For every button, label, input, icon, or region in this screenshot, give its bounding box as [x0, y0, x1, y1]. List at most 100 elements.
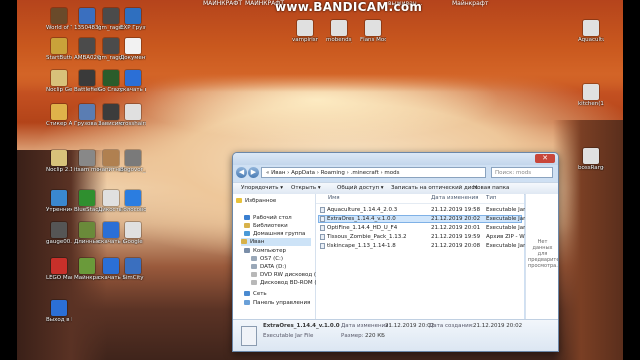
desktop-icon-4[interactable]: EXP Грузчик Ex!!Игроки: [120, 8, 146, 31]
details-pane: ExtraOres_1.14.4_v.1.0.0 Executable Jar …: [233, 319, 558, 351]
desktop-icon-32[interactable]: SimCity: [120, 258, 146, 281]
desktop-icon-label: Aquaculture...: [578, 37, 604, 43]
file-row[interactable]: Aquaculture_1.14.4_2.0.3 21.12.2019 19:58…: [318, 206, 536, 214]
desktop-icon-label: скачать видеоКли...: [120, 87, 146, 93]
new-folder-button[interactable]: Новая папка: [473, 183, 509, 194]
nav-libraries[interactable]: Библиотеки: [244, 222, 288, 230]
desktop-icon-label: World of Tanks RU: [46, 25, 72, 31]
desktop-mid-icon-3[interactable]: Flans Mod...: [360, 20, 386, 43]
nav-network[interactable]: Сеть: [244, 290, 267, 298]
back-icon[interactable]: ◀: [236, 167, 247, 178]
preview-message: Нет данных для предварительного просмотр…: [528, 239, 559, 269]
file-date: 21.12.2019 20:01: [431, 225, 481, 231]
desktop-icon-2[interactable]: 1350483003...: [74, 8, 100, 31]
close-window-button[interactable]: ✕: [535, 154, 555, 163]
app-icon: [103, 258, 119, 274]
jar-file-icon: [241, 326, 257, 346]
drive-icon: [251, 256, 257, 261]
app-icon: [103, 8, 119, 24]
desktop-icon-label: kitchen(1)...: [578, 101, 604, 107]
nav-control-panel[interactable]: Панель управления: [244, 299, 310, 307]
nav-drive-c[interactable]: OS7 (C:): [251, 255, 283, 263]
address-bar[interactable]: « Иван › AppData › Roaming › .minecraft …: [261, 167, 486, 178]
top-label-1: МАЙНКРАФТ: [203, 0, 243, 7]
desktop-icon-21[interactable]: Утренник 2019: [46, 190, 72, 213]
desktop-icon-12[interactable]: скачать видеоКли...: [120, 70, 146, 93]
desktop-icon-9[interactable]: Noclip Geomet...: [46, 70, 72, 93]
file-name: Aquaculture_1.14.4_2.0.3: [320, 206, 397, 214]
open-button[interactable]: Открыть ▾: [291, 183, 321, 194]
desktop-icon-20[interactable]: Bogovor_...: [120, 150, 146, 173]
desktop-icon-1[interactable]: World of Tanks RU: [46, 8, 72, 31]
forward-icon[interactable]: ▶: [248, 167, 259, 178]
nav-drive-e[interactable]: DVD RW дисковод (E:): [251, 271, 324, 279]
app-icon: [125, 38, 141, 54]
desktop-icon-30[interactable]: Майнкрафт: [74, 258, 100, 281]
app-icon: [79, 258, 95, 274]
desktop-icon-label: Стикер АНТАРСК...: [46, 121, 72, 127]
desktop-right-icon-1[interactable]: Aquaculture...: [578, 20, 604, 43]
star-icon: [236, 198, 242, 203]
network-icon: [244, 291, 250, 296]
desktop-icon-16[interactable]: crosshairs.spc: [120, 104, 146, 127]
desktop-icon-26[interactable]: Длинные ПЕРЕ.ИКУС...: [74, 222, 100, 245]
desktop-icon-5[interactable]: StartButtons: [46, 38, 72, 61]
app-icon: [125, 150, 141, 166]
navigation-pane: Избранное Рабочий стол Библиотеки Домашн…: [233, 194, 324, 319]
desktop-icon-22[interactable]: BlueStacksE...: [74, 190, 100, 213]
column-name[interactable]: Имя: [328, 194, 340, 203]
desktop-icon-28[interactable]: Google: [120, 222, 146, 245]
desktop-mid-icon-2[interactable]: mobends_0...: [326, 20, 352, 43]
desktop-mid-icon-1[interactable]: vampirism...: [292, 20, 318, 43]
burn-button[interactable]: Записать на оптический диск: [391, 183, 478, 194]
desktop-icon-label: Майнкрафт: [74, 275, 100, 281]
file-date: 21.12.2019 20:02: [431, 216, 481, 222]
desktop-icon-13[interactable]: Стикер АНТАРСК...: [46, 104, 72, 127]
jar-file-icon: [320, 215, 325, 222]
nav-homegroup[interactable]: Домашняя группа: [244, 230, 305, 238]
file-date: 21.12.2019 19:58: [431, 207, 481, 213]
desktop-right-icon-2[interactable]: kitchen(1)...: [578, 84, 604, 107]
column-type[interactable]: Тип: [486, 194, 497, 203]
desktop-icon-label: Длинные ПЕРЕ.ИКУС...: [74, 239, 100, 245]
search-input[interactable]: Поиск: mods: [491, 167, 553, 178]
desktop-right-icon-3[interactable]: bossRarge...: [578, 148, 604, 171]
app-icon: [79, 8, 95, 24]
desktop-icon-label: SimCity: [122, 275, 144, 281]
nav-user-folder[interactable]: Иван: [241, 238, 311, 246]
nav-desktop[interactable]: Рабочий стол: [244, 214, 292, 222]
title-bar[interactable]: [233, 153, 558, 165]
desktop-icon-6[interactable]: AMBA0201...: [74, 38, 100, 61]
desktop-icon-label: gauge00...: [46, 239, 72, 245]
file-row[interactable]: OptiFine_1.14.4_HD_U_F4 21.12.2019 20:01 E…: [318, 224, 536, 232]
desktop-icon-label: vampirism...: [292, 37, 318, 43]
nav-drive-d[interactable]: DATA (D:): [251, 263, 286, 271]
app-icon: [51, 38, 67, 54]
column-date[interactable]: Дата изменения: [431, 194, 478, 203]
explorer-window[interactable]: ✕ ◀ ▶ « Иван › AppData › Roaming › .mine…: [232, 152, 559, 352]
desktop-icon-24[interactable]: Голосовой помощник: [120, 190, 146, 213]
file-name: ExtraOres_1.14.4_v.1.0.0: [320, 215, 396, 223]
file-row[interactable]: tlskincape_1.13_1.14-1.8 21.12.2019 20:08…: [318, 242, 536, 250]
nav-drive-f[interactable]: Дисковод BD-ROM (F:): [251, 279, 323, 287]
desktop-icon-29[interactable]: LEGO Marvel Super Heroes: [46, 258, 72, 281]
desktop-icon-14[interactable]: Грузова Ассуари: [74, 104, 100, 127]
desktop-icon-10[interactable]: Battlefield 4 Крафт: [74, 70, 100, 93]
file-row[interactable]: Tissous_Zombie_Pack_1.13.2 21.12.2019 19:…: [318, 233, 538, 241]
nav-favorites[interactable]: Избранное: [236, 197, 276, 205]
desktop-icon-25[interactable]: gauge00...: [46, 222, 72, 245]
organize-button[interactable]: Упорядочить ▾: [241, 183, 283, 194]
desktop-icon-33[interactable]: Выход в Интернете: [46, 300, 72, 323]
desktop-icon-label: 1350483003...: [74, 25, 100, 31]
app-icon: [79, 150, 95, 166]
desktop-icon-8[interactable]: Документ Microsoft...: [120, 38, 146, 61]
app-icon: [125, 70, 141, 86]
file-row[interactable]: ExtraOres_1.14.4_v.1.0.0 21.12.2019 20:02…: [318, 215, 536, 223]
desktop-icon-18[interactable]: itsam mod: [74, 150, 100, 173]
desktop-icon-17[interactable]: Noclip 2.13: [46, 150, 72, 173]
desktop-icon-label: BlueStacksE...: [74, 207, 100, 213]
file-name: Tissous_Zombie_Pack_1.13.2: [320, 233, 406, 241]
nav-computer[interactable]: Компьютер: [244, 247, 286, 255]
desktop-icon-label: Утренник 2019: [46, 207, 72, 213]
share-button[interactable]: Общий доступ ▾: [337, 183, 384, 194]
